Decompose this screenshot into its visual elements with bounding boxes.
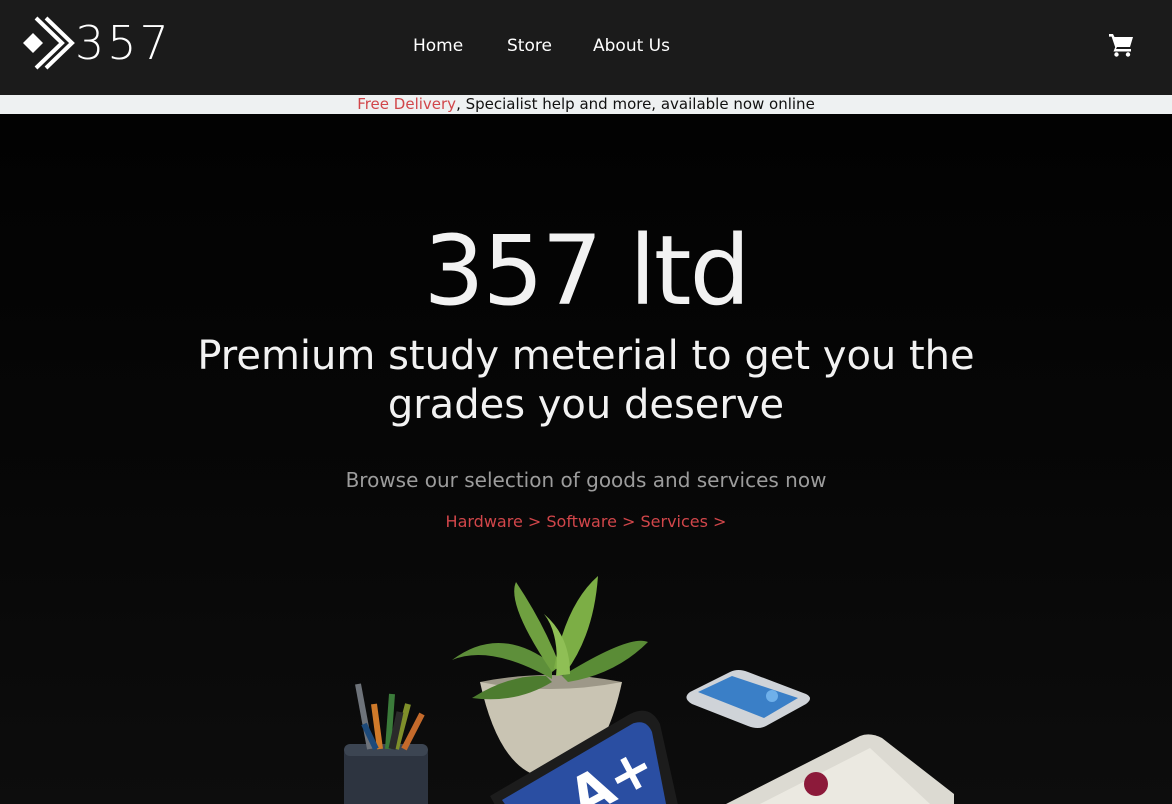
smartphone-icon: [686, 670, 810, 728]
software-link[interactable]: Software >: [546, 512, 635, 531]
nav-about-us-link[interactable]: About Us: [593, 35, 670, 57]
main-nav: Home Store About Us: [0, 0, 1172, 95]
nav-home-link[interactable]: Home: [413, 35, 463, 57]
shopping-cart-icon[interactable]: [1108, 31, 1134, 57]
site-header: 357 Home Store About Us: [0, 0, 1172, 95]
nav-store-link[interactable]: Store: [507, 35, 552, 57]
pencil-cup-icon: [344, 683, 428, 804]
envelope-icon: [726, 734, 954, 804]
banner-text: , Specialist help and more, available no…: [456, 95, 815, 113]
free-delivery-link[interactable]: Free Delivery: [357, 95, 456, 113]
hero-section: 357 ltd Premium study meterial to get yo…: [0, 114, 1172, 804]
hero-desk-image: A+: [344, 576, 954, 804]
hardware-link[interactable]: Hardware >: [446, 512, 542, 531]
hero-subtitle: Premium study meterial to get you the gr…: [197, 333, 975, 428]
promo-banner: Free Delivery, Specialist help and more,…: [0, 95, 1172, 114]
browse-text: Browse our selection of goods and servic…: [345, 468, 827, 492]
services-link[interactable]: Services >: [641, 512, 727, 531]
hero-title: 357 ltd: [423, 215, 751, 327]
category-links: Hardware > Software > Services >: [0, 511, 1172, 533]
